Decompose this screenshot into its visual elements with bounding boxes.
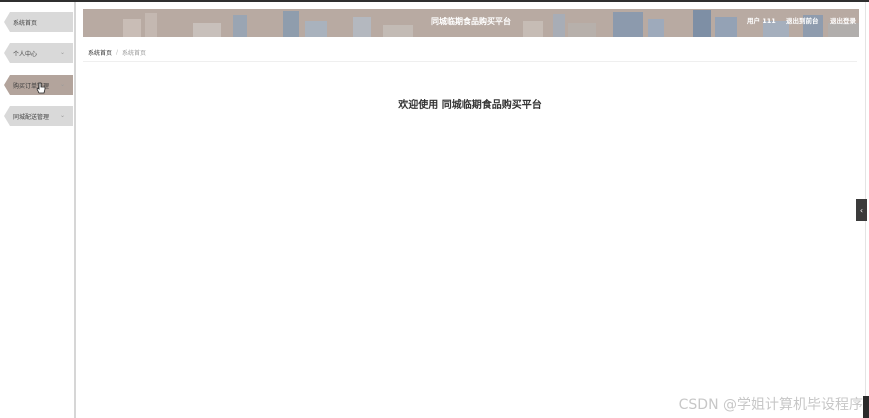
sidebar-item-home[interactable]: 系统首页 xyxy=(4,12,73,32)
breadcrumb-current: 系统首页 xyxy=(122,50,147,57)
divider xyxy=(83,61,857,62)
chevron-down-icon: ⌄ xyxy=(59,81,65,88)
corner-mark xyxy=(863,396,869,418)
app-title: 同城临期食品购买平台 xyxy=(431,17,511,26)
breadcrumb: 系统首页 / 系统首页 xyxy=(88,48,146,57)
sidebar-item-personal-center[interactable]: 个人中心 ⌄ xyxy=(4,43,73,63)
sidebar-item-delivery-management[interactable]: 同城配送管理 ⌄ xyxy=(4,106,73,126)
page: 系统首页 个人中心 ⌄ 购买订单管理 ⌄ 同城配送管理 ⌄ 同城临期食品购买平台… xyxy=(0,0,869,418)
sidebar-item-label: 同城配送管理 xyxy=(13,113,50,121)
sidebar: 系统首页 个人中心 ⌄ 购买订单管理 ⌄ 同城配送管理 ⌄ xyxy=(0,2,76,418)
breadcrumb-separator: / xyxy=(116,49,119,56)
logout-link[interactable]: 退出登录 xyxy=(830,15,856,25)
collapse-panel-button[interactable]: ‹ xyxy=(856,199,867,221)
welcome-message: 欢迎使用 同城临期食品购买平台 xyxy=(398,100,542,111)
sidebar-item-label: 个人中心 xyxy=(13,50,38,58)
sidebar-item-label: 系统首页 xyxy=(13,19,38,27)
chevron-left-icon: ‹ xyxy=(859,205,864,215)
watermark: CSDN @学姐计算机毕设程序 xyxy=(678,397,863,413)
chevron-down-icon: ⌄ xyxy=(59,112,65,119)
top-header: 同城临期食品购买平台 用户 111 退出到前台 退出登录 xyxy=(83,9,859,37)
breadcrumb-home[interactable]: 系统首页 xyxy=(88,48,112,57)
user-name: 用户 111 xyxy=(747,17,776,25)
hand-cursor-icon xyxy=(36,82,46,94)
exit-to-frontend-link[interactable]: 退出到前台 xyxy=(786,15,819,25)
top-border xyxy=(0,0,869,2)
chevron-down-icon: ⌄ xyxy=(59,49,65,56)
